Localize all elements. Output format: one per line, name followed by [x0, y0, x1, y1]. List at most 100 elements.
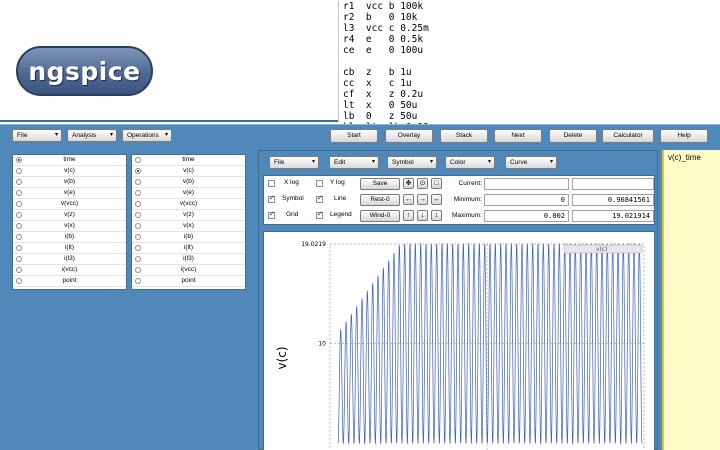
grid-checkbox[interactable]: [268, 212, 275, 219]
next-button[interactable]: Next: [494, 129, 542, 143]
arrow-down-icon[interactable]: ↓: [417, 210, 428, 221]
x-vector-item[interactable]: i(l3): [13, 254, 126, 265]
radio-button[interactable]: [135, 256, 141, 262]
file-menu-label: File: [17, 132, 28, 139]
y-vector-list[interactable]: time v(c) v(b) v(e) v(vcc) v(z) v(x) i(b) i(lt) i…: [131, 154, 246, 290]
radio-button[interactable]: [16, 256, 22, 262]
arrow-up-icon[interactable]: ↑: [403, 210, 414, 221]
y-vector-item[interactable]: i(b): [132, 232, 245, 243]
stack-button[interactable]: Stack: [440, 129, 488, 143]
x-vector-item[interactable]: v(z): [13, 210, 126, 221]
overlay-button[interactable]: Overlay: [385, 129, 433, 143]
y-vector-item[interactable]: v(z): [132, 210, 245, 221]
delete-button[interactable]: Delete: [549, 129, 597, 143]
v-stretch-icon[interactable]: ↕: [431, 210, 442, 221]
current-x-field[interactable]: [484, 178, 569, 190]
radio-button[interactable]: [16, 157, 22, 163]
radio-button[interactable]: [16, 212, 22, 218]
radio-button[interactable]: [135, 267, 141, 273]
x-vector-item[interactable]: i(b): [13, 232, 126, 243]
y-vector-item[interactable]: v(x): [132, 221, 245, 232]
radio-button[interactable]: [135, 157, 141, 163]
square-icon[interactable]: □: [431, 178, 442, 189]
x-vector-item[interactable]: v(vcc): [13, 199, 126, 210]
y-vector-item[interactable]: i(lt): [132, 243, 245, 254]
x-vector-item[interactable]: time: [13, 155, 126, 166]
x-vector-item[interactable]: v(x): [13, 221, 126, 232]
arrow-right-icon[interactable]: →: [417, 194, 428, 205]
max-y-field[interactable]: 19.021914: [572, 210, 654, 222]
xlog-checkbox[interactable]: [268, 180, 275, 187]
min-x-field[interactable]: 0: [484, 194, 569, 206]
plot-edit-menu[interactable]: Edit ▾: [329, 156, 379, 169]
radio-button[interactable]: [16, 234, 22, 240]
x-vector-item[interactable]: i(vcc): [13, 265, 126, 276]
wind-button[interactable]: Wind-0: [360, 210, 400, 222]
line-checkbox[interactable]: [316, 196, 323, 203]
h-stretch-icon[interactable]: ↔: [431, 194, 442, 205]
calculator-button[interactable]: Calculator: [602, 129, 654, 143]
radio-button[interactable]: [135, 190, 141, 196]
y-vector-item[interactable]: point: [132, 276, 245, 287]
plot-color-menu[interactable]: Color ▾: [445, 156, 495, 169]
legend-checkbox[interactable]: [316, 212, 323, 219]
plot-curve-menu[interactable]: Curve ▾: [505, 156, 557, 169]
radio-button[interactable]: [16, 223, 22, 229]
radio-button[interactable]: [16, 267, 22, 273]
vector-label: v(z): [183, 211, 194, 218]
vector-label: i(lt): [64, 244, 75, 251]
target-icon[interactable]: ⊙: [417, 178, 428, 189]
x-vector-item[interactable]: v(b): [13, 177, 126, 188]
y-vector-item[interactable]: v(b): [132, 177, 245, 188]
x-vector-item[interactable]: i(lt): [13, 243, 126, 254]
y-vector-item[interactable]: i(vcc): [132, 265, 245, 276]
rest-button[interactable]: Rest-0: [360, 194, 400, 206]
y-vector-item[interactable]: time: [132, 155, 245, 166]
move-arrows-icon[interactable]: ✥: [403, 178, 414, 189]
vector-label: v(e): [182, 189, 195, 196]
help-button[interactable]: Help: [660, 129, 708, 143]
waveform-chart[interactable]: 19.0219 10 v(c) v(c): [264, 232, 654, 450]
radio-button[interactable]: [135, 278, 141, 284]
radio-button[interactable]: [16, 201, 22, 207]
radio-button[interactable]: [135, 245, 141, 251]
vector-label: v(vcc): [179, 200, 198, 207]
min-y-field[interactable]: 0.96841561: [572, 194, 654, 206]
chevron-down-icon: ▾: [109, 132, 113, 138]
y-vector-item[interactable]: v(vcc): [132, 199, 245, 210]
file-menu[interactable]: File ▾: [12, 129, 62, 142]
radio-button[interactable]: [135, 179, 141, 185]
y-vector-item[interactable]: v(c): [132, 166, 245, 177]
plot-file-menu[interactable]: File ▾: [269, 156, 319, 169]
radio-button[interactable]: [16, 245, 22, 251]
radio-button[interactable]: [16, 278, 22, 284]
start-button[interactable]: Start: [330, 129, 378, 143]
x-vector-list[interactable]: time v(c) v(b) v(e) v(vcc) v(z) v(x) i(b) i(lt) i…: [12, 154, 127, 290]
radio-button[interactable]: [135, 223, 141, 229]
plot-area[interactable]: 19.0219 10 v(c) v(c): [263, 231, 655, 450]
analysis-menu[interactable]: Analysis ▾: [67, 129, 117, 142]
x-vector-item[interactable]: v(e): [13, 188, 126, 199]
radio-button[interactable]: [135, 234, 141, 240]
ylog-checkbox[interactable]: [316, 180, 323, 187]
operations-menu[interactable]: Operations ▾: [122, 129, 172, 142]
radio-button[interactable]: [135, 212, 141, 218]
radio-button[interactable]: [16, 190, 22, 196]
plot-symbol-menu[interactable]: Symbol ▾: [387, 156, 437, 169]
max-x-field[interactable]: 0.002: [484, 210, 569, 222]
vector-label: i(vcc): [61, 266, 78, 273]
radio-button[interactable]: [16, 179, 22, 185]
vector-label: i(b): [183, 233, 194, 240]
radio-button[interactable]: [135, 201, 141, 207]
x-vector-item[interactable]: point: [13, 276, 126, 287]
symbol-checkbox[interactable]: [268, 196, 275, 203]
arrow-left-icon[interactable]: ←: [403, 194, 414, 205]
radio-button[interactable]: [135, 168, 141, 174]
netlist-text[interactable]: r1 vcc b 100k r2 b 0 10k l3 vcc c 0.25m r4 …: [338, 1, 720, 133]
y-vector-item[interactable]: i(l3): [132, 254, 245, 265]
x-vector-item[interactable]: v(c): [13, 166, 126, 177]
save-button[interactable]: Save: [360, 178, 400, 190]
y-vector-item[interactable]: v(e): [132, 188, 245, 199]
radio-button[interactable]: [16, 168, 22, 174]
current-y-field[interactable]: [572, 178, 654, 190]
